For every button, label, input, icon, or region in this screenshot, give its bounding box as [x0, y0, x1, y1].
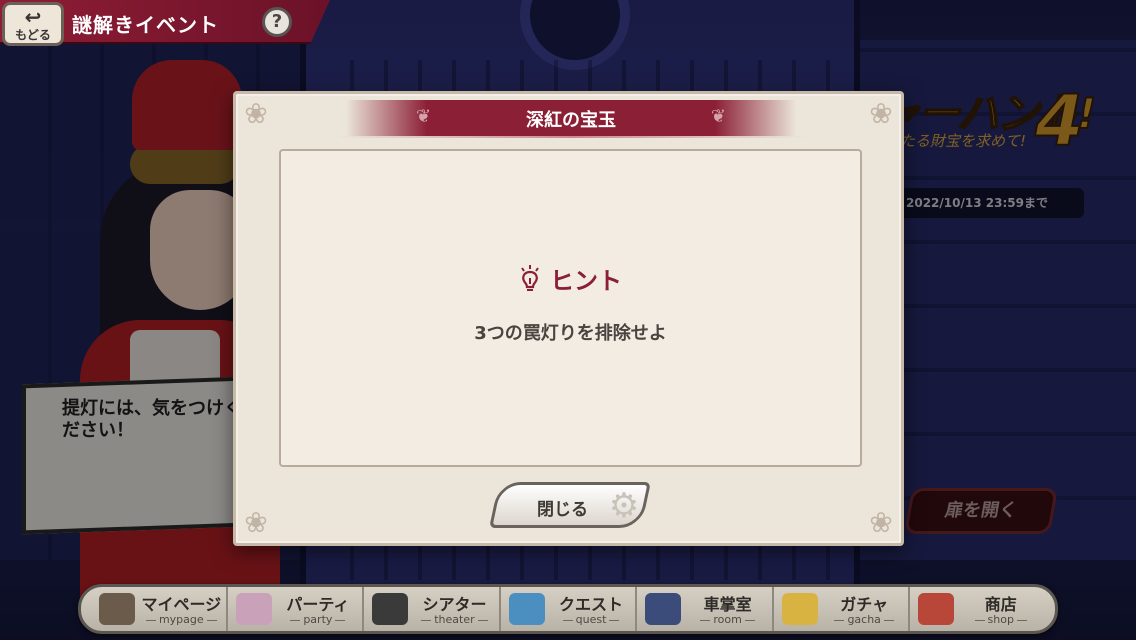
pen-icon: [645, 593, 682, 625]
dialog-title: 深紅の宝玉: [526, 110, 616, 131]
nav-sublabel: quest: [551, 613, 632, 626]
back-label: もどる: [15, 28, 51, 42]
lightbulb-icon: [521, 264, 539, 291]
help-button[interactable]: ?: [262, 7, 292, 37]
ticket-icon: [781, 593, 818, 625]
nav-item-shop[interactable]: 商店 shop: [910, 587, 1045, 631]
sword-icon: [508, 593, 545, 625]
nav-label: 商店: [984, 595, 1017, 614]
corner-ornament-icon: ❀: [869, 506, 893, 539]
nav-label: 車掌室: [703, 595, 752, 614]
nav-item-theater[interactable]: シアター theater: [364, 587, 501, 631]
nav-sublabel: theater: [414, 613, 495, 626]
corner-ornament-icon: ❀: [869, 97, 893, 130]
gear-icon: ⚙: [608, 486, 639, 526]
nav-label: クエスト: [559, 595, 624, 614]
train-icon: [99, 593, 135, 625]
character-icon: [235, 593, 272, 625]
dialog-header: ❦ 深紅の宝玉 ❦: [346, 100, 796, 136]
page-title: 謎解きイベント: [72, 13, 219, 37]
back-button[interactable]: ↩ もどる: [2, 2, 64, 46]
header-divider: [336, 136, 806, 138]
hint-dialog: ❀ ❀ ❀ ❀ ❦ 深紅の宝玉 ❦ ヒント 3つの罠灯りを排除せよ 閉じる ⚙: [233, 91, 904, 546]
nav-sublabel: mypage: [141, 613, 222, 626]
corner-ornament-icon: ❀: [244, 97, 268, 130]
nav-item-mypage[interactable]: マイページ mypage: [91, 587, 228, 631]
hint-heading: ヒント: [281, 261, 860, 296]
nav-label: マイページ: [141, 595, 222, 614]
nav-label: ガチャ: [840, 595, 889, 614]
close-button[interactable]: 閉じる ⚙: [489, 482, 651, 528]
nav-item-room[interactable]: 車掌室 room: [637, 587, 774, 631]
nav-item-quest[interactable]: クエスト quest: [501, 587, 638, 631]
nav-item-gacha[interactable]: ガチャ gacha: [774, 587, 911, 631]
nav-sublabel: shop: [960, 613, 1041, 626]
nav-label: シアター: [422, 595, 487, 614]
shop-icon: [918, 593, 955, 625]
bottom-navigation: マイページ mypage パーティ party シアター theater クエス…: [78, 584, 1058, 634]
nav-label: パーティ: [286, 595, 350, 614]
projector-icon: [372, 593, 409, 625]
nav-item-party[interactable]: パーティ party: [228, 587, 365, 631]
corner-ornament-icon: ❀: [244, 506, 268, 539]
nav-sublabel: party: [278, 613, 359, 626]
nav-sublabel: gacha: [824, 613, 905, 626]
nav-sublabel: room: [687, 613, 768, 626]
dialog-body: ヒント 3つの罠灯りを排除せよ: [279, 149, 862, 467]
flourish-icon: ❦: [710, 106, 726, 127]
back-arrow-icon: ↩: [24, 5, 42, 29]
hint-text: 3つの罠灯りを排除せよ: [474, 323, 667, 344]
hint-label: ヒント: [550, 267, 623, 295]
